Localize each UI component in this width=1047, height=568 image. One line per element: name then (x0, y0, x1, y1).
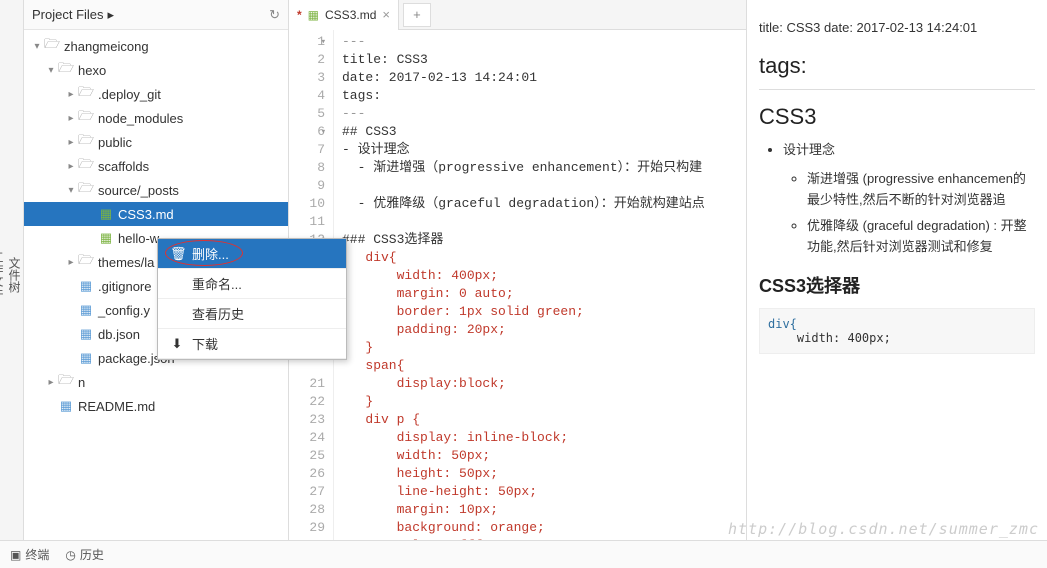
project-files-dropdown[interactable]: Project Files ▸ (32, 7, 114, 23)
item-label: .deploy_git (98, 87, 161, 102)
item-label: scaffolds (98, 159, 149, 174)
file-icon: ▦ (78, 302, 94, 318)
file-icon: ▦ (58, 398, 74, 414)
chevron-icon: ▸ (64, 113, 78, 124)
preview-tags: tags: (759, 53, 1035, 79)
dropdown-icon: ▸ (108, 7, 115, 23)
terminal-button[interactable]: ▣ 终端 (10, 546, 49, 563)
history-button[interactable]: ◷ 历史 (65, 546, 104, 563)
file-item[interactable]: ▦ README.md (24, 394, 288, 418)
file-icon: ▦ (78, 350, 94, 366)
tab-label: CSS3.md (325, 8, 376, 22)
chevron-icon: ▸ (64, 137, 78, 148)
chevron-icon: ▾ (44, 65, 58, 76)
context-menu-item[interactable]: 查看历史 (158, 299, 346, 329)
chevron-icon: ▸ (64, 89, 78, 100)
menu-label: 重命名... (192, 274, 242, 293)
folder-item[interactable]: ▸🗁 node_modules (24, 106, 288, 130)
menu-label: 下载 (192, 334, 218, 353)
item-label: zhangmeicong (64, 39, 149, 54)
list-item: 渐进增强 (progressive enhancemen的最少特性,然后不断的针… (807, 169, 1035, 211)
file-icon: ▦ (308, 8, 319, 22)
chevron-icon: ▸ (64, 161, 78, 172)
preview-h2: CSS3选择器 (759, 272, 1035, 298)
code-area[interactable]: ---title: CSS3date: 2017-02-13 14:24:01t… (334, 30, 746, 540)
item-label: _config.y (98, 303, 150, 318)
menu-label: 查看历史 (192, 304, 244, 323)
folder-icon: 🗁 (58, 371, 74, 393)
folder-icon: 🗁 (78, 107, 94, 129)
item-label: CSS3.md (118, 207, 174, 222)
file-panel-header: Project Files ▸ ↻ (24, 0, 288, 30)
context-menu: 🗑 删除... 重命名... 查看历史 ⬇ 下载 (157, 238, 347, 360)
folder-icon: 🗁 (78, 251, 94, 273)
editor-panel: * ▦ CSS3.md × + 1▾23456▾789101112▾212223… (289, 0, 747, 540)
file-icon: ▦ (78, 326, 94, 342)
file-icon: ▦ (98, 230, 114, 246)
chevron-icon: ▸ (64, 257, 78, 268)
context-menu-item[interactable]: ⬇ 下载 (158, 329, 346, 359)
folder-item[interactable]: ▾🗁 hexo (24, 58, 288, 82)
chevron-icon: ▾ (64, 185, 78, 196)
preview-h1: CSS3 (759, 104, 1035, 130)
item-label: node_modules (98, 111, 183, 126)
tab-bar: * ▦ CSS3.md × + (289, 0, 746, 30)
menu-icon: 🗑 (170, 246, 184, 262)
tab-css3[interactable]: * ▦ CSS3.md × (289, 0, 399, 30)
context-menu-item[interactable]: 🗑 删除... (158, 239, 346, 269)
item-label: n (78, 375, 85, 390)
folder-item[interactable]: ▸🗁 .deploy_git (24, 82, 288, 106)
history-icon: ◷ (65, 548, 75, 562)
folder-item[interactable]: ▾🗁 zhangmeicong (24, 34, 288, 58)
divider (759, 89, 1035, 90)
menu-icon: ⬇ (170, 336, 184, 352)
folder-item[interactable]: ▸🗁 n (24, 370, 288, 394)
list-item: 优雅降级 (graceful degradation) : 开整功能,然后针对浏… (807, 216, 1035, 258)
item-label: README.md (78, 399, 155, 414)
new-tab-button[interactable]: + (403, 3, 431, 27)
refresh-icon[interactable]: ↻ (269, 7, 280, 23)
folder-icon: 🗁 (44, 35, 60, 57)
sidebar-tab-filetree[interactable]: 文件树 (6, 257, 23, 293)
project-files-label: Project Files (32, 7, 104, 22)
preview-code-block: div{ width: 400px; (759, 308, 1035, 354)
file-icon: ▦ (98, 206, 114, 222)
item-label: source/_posts (98, 183, 179, 198)
folder-icon: 🗁 (78, 179, 94, 201)
folder-icon: 🗁 (78, 131, 94, 153)
item-label: .gitignore (98, 279, 151, 294)
item-label: public (98, 135, 132, 150)
menu-label: 删除... (192, 244, 229, 263)
folder-item[interactable]: ▾🗁 source/_posts (24, 178, 288, 202)
folder-item[interactable]: ▸🗁 scaffolds (24, 154, 288, 178)
chevron-icon: ▾ (30, 41, 44, 52)
terminal-icon: ▣ (10, 548, 21, 562)
file-item[interactable]: ▦ CSS3.md (24, 202, 288, 226)
folder-icon: 🗁 (58, 59, 74, 81)
item-label: db.json (98, 327, 140, 342)
vertical-tabs: 文件树 工作文件 (0, 0, 24, 540)
status-bar: ▣ 终端 ◷ 历史 (0, 540, 1047, 568)
item-label: hexo (78, 63, 106, 78)
list-item: 设计理念 (783, 140, 1035, 161)
folder-icon: 🗁 (78, 83, 94, 105)
folder-item[interactable]: ▸🗁 public (24, 130, 288, 154)
editor-body[interactable]: 1▾23456▾789101112▾21222324252627282930 -… (289, 30, 746, 540)
sidebar-tab-workfiles[interactable]: 工作文件 (0, 251, 6, 299)
item-label: themes/la (98, 255, 154, 270)
context-menu-item[interactable]: 重命名... (158, 269, 346, 299)
preview-list: 设计理念 渐进增强 (progressive enhancemen的最少特性,然… (759, 140, 1035, 258)
modified-indicator: * (297, 8, 302, 22)
close-icon[interactable]: × (382, 7, 390, 22)
preview-meta: title: CSS3 date: 2017-02-13 14:24:01 (759, 20, 1035, 35)
folder-icon: 🗁 (78, 155, 94, 177)
item-label: hello-w (118, 231, 159, 246)
chevron-icon: ▸ (44, 377, 58, 388)
preview-panel: title: CSS3 date: 2017-02-13 14:24:01 ta… (747, 0, 1047, 540)
file-icon: ▦ (78, 278, 94, 294)
